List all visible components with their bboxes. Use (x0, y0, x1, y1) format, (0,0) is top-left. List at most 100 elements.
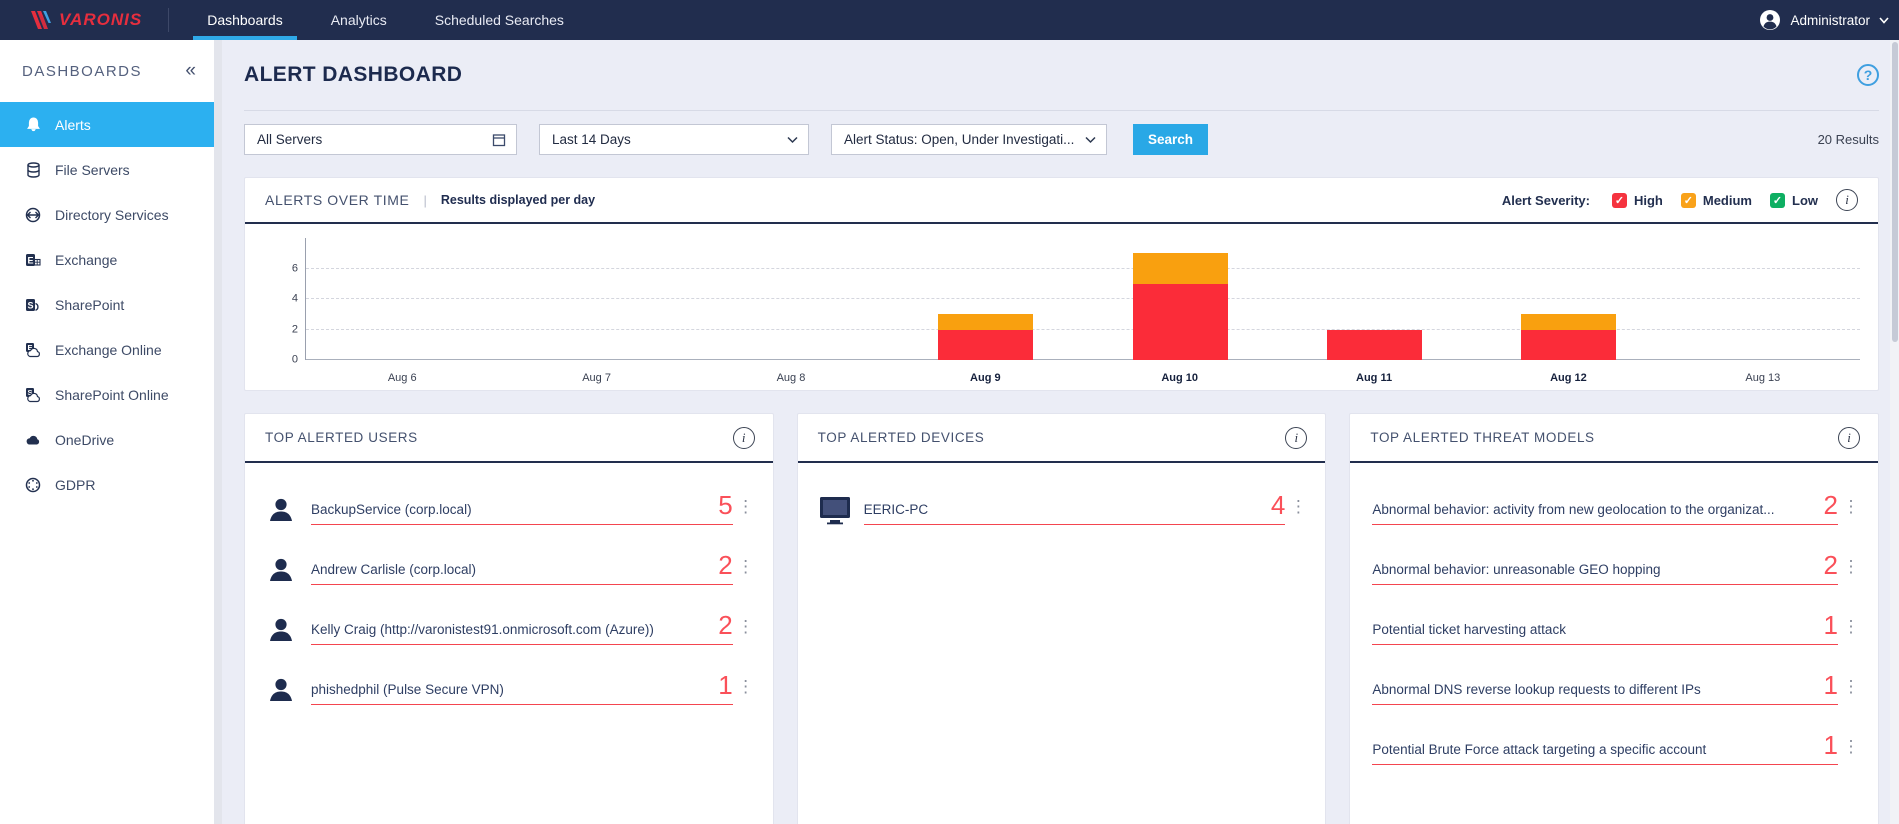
bar-segment-high (938, 329, 1034, 360)
alerted-user-row[interactable]: Andrew Carlisle (corp.local) 2 ⋮ (265, 531, 759, 591)
sidebar-collapse-button[interactable]: « (185, 60, 196, 82)
window-scrollbar[interactable] (1890, 40, 1899, 824)
filter-bar: All Servers Last 14 Days Alert Status: O… (244, 124, 1879, 155)
user-menu[interactable]: Administrator (1759, 0, 1899, 40)
alert-count: 1 (1823, 730, 1839, 761)
legend-medium-checkbox[interactable]: ✓ Medium (1680, 192, 1752, 208)
item-name: Abnormal behavior: activity from new geo… (1372, 501, 1775, 517)
x-tick-label: Aug 7 (582, 372, 611, 384)
threat-models-list: Abnormal behavior: activity from new geo… (1350, 463, 1878, 771)
sidebar-scrollbar[interactable] (214, 40, 222, 824)
item-menu-icon[interactable]: ⋮ (1838, 557, 1864, 583)
date-range-dropdown[interactable]: Last 14 Days (539, 124, 809, 155)
panel-title: TOP ALERTED THREAT MODELS (1370, 430, 1595, 445)
legend-medium-label: Medium (1702, 192, 1752, 208)
item-menu-icon[interactable]: ⋮ (1838, 617, 1864, 643)
info-icon[interactable]: i (1285, 426, 1308, 449)
users-list: BackupService (corp.local) 5 ⋮ Andrew Carli… (245, 463, 773, 711)
alerted-user-row[interactable]: phishedphil (Pulse Secure VPN) 1 ⋮ (265, 651, 759, 711)
y-tick-label: 2 (291, 322, 298, 335)
x-tick-label: Aug 11 (1356, 372, 1393, 384)
main-content: ALERT DASHBOARD ? All Servers Last 14 Da… (222, 40, 1899, 824)
item-menu-icon[interactable]: ⋮ (733, 677, 759, 703)
sharepoint-icon: S (24, 297, 42, 313)
y-tick-label: 4 (291, 292, 298, 305)
item-name: phishedphil (Pulse Secure VPN) (311, 681, 504, 697)
threat-model-row[interactable]: Potential ticket harvesting attack 1 ⋮ (1370, 591, 1864, 651)
help-icon[interactable]: ? (1857, 64, 1879, 86)
sidebar-item-gdpr[interactable]: GDPR (0, 462, 214, 507)
date-range-value: Last 14 Days (552, 132, 631, 147)
legend-low-checkbox[interactable]: ✓ Low (1770, 192, 1818, 208)
header-divider (244, 110, 1879, 111)
alert-count: 2 (1823, 550, 1839, 581)
item-name: Potential ticket harvesting attack (1372, 621, 1566, 637)
y-tick-label: 6 (291, 261, 298, 274)
sidebar-item-sharepoint[interactable]: S SharePoint (0, 282, 214, 327)
sidebar-item-exchange[interactable]: E Exchange (0, 237, 214, 282)
scrollbar-thumb[interactable] (1891, 42, 1898, 342)
exchange-icon: E (24, 252, 42, 268)
chart-plot: 0 2 4 6 (292, 238, 1860, 365)
item-menu-icon[interactable]: ⋮ (733, 557, 759, 583)
sidebar-item-label: OneDrive (55, 431, 115, 448)
info-icon[interactable]: i (1838, 426, 1861, 449)
threat-model-row[interactable]: Potential Brute Force attack targeting a… (1370, 711, 1864, 771)
threat-model-row[interactable]: Abnormal behavior: unreasonable GEO hopp… (1370, 531, 1864, 591)
alert-status-dropdown[interactable]: Alert Status: Open, Under Investigati... (831, 124, 1107, 155)
sidebar-item-label: Directory Services (55, 206, 169, 223)
sidebar: DASHBOARDS « Alerts File Servers Directo… (0, 40, 214, 824)
chart-bar-aug-9[interactable] (938, 314, 1034, 360)
threat-model-row[interactable]: Abnormal behavior: activity from new geo… (1370, 471, 1864, 531)
tab-scheduled-searches[interactable]: Scheduled Searches (411, 0, 588, 40)
bar-segment-medium (1132, 253, 1228, 284)
sidebar-item-onedrive[interactable]: OneDrive (0, 417, 214, 462)
chart-title: ALERTS OVER TIME (265, 192, 410, 208)
alert-count: 1 (1823, 610, 1839, 641)
item-menu-icon[interactable]: ⋮ (733, 497, 759, 523)
onedrive-cloud-icon (24, 434, 42, 446)
alerts-over-time-chart: 0246 Aug 6 Aug 7 Aug 8 Aug 9 Aug 10 Aug 11 Aug… (281, 238, 1860, 386)
chevron-down-icon (787, 136, 798, 143)
alerted-device-row[interactable]: EERIC-PC 4 ⋮ (818, 471, 1312, 531)
chart-bar-aug-12[interactable] (1521, 314, 1617, 360)
chart-slot (1277, 238, 1471, 360)
item-menu-icon[interactable]: ⋮ (1838, 497, 1864, 523)
threat-model-row[interactable]: Abnormal DNS reverse lookup requests to … (1370, 651, 1864, 711)
page-title: ALERT DASHBOARD (244, 63, 463, 86)
tab-analytics[interactable]: Analytics (307, 0, 411, 40)
chart-bar-aug-11[interactable] (1326, 329, 1422, 360)
sidebar-item-sharepoint-online[interactable]: S SharePoint Online (0, 372, 214, 417)
checkbox-checked-icon: ✓ (1770, 192, 1785, 208)
bell-icon (24, 116, 42, 133)
item-name: Andrew Carlisle (corp.local) (311, 561, 477, 577)
checkbox-checked-icon: ✓ (1680, 192, 1696, 208)
sidebar-item-label: SharePoint (55, 296, 125, 313)
item-menu-icon[interactable]: ⋮ (1838, 677, 1864, 703)
legend-high-label: High (1633, 192, 1663, 208)
chart-slot (1666, 238, 1860, 360)
info-icon[interactable]: i (1836, 189, 1858, 211)
sidebar-item-label: Exchange (55, 251, 118, 268)
server-filter-dropdown[interactable]: All Servers (244, 124, 517, 155)
bar-segment-high (1521, 329, 1617, 360)
chart-bar-aug-10[interactable] (1132, 253, 1228, 360)
item-menu-icon[interactable]: ⋮ (1838, 737, 1864, 763)
sidebar-item-directory-services[interactable]: Directory Services (0, 192, 214, 237)
avatar-icon (1760, 10, 1781, 30)
alerted-user-row[interactable]: BackupService (corp.local) 5 ⋮ (265, 471, 759, 531)
chart-legend: Alert Severity: ✓ High ✓ Medium ✓ Low i (1502, 189, 1858, 211)
item-menu-icon[interactable]: ⋮ (733, 617, 759, 643)
chart-slot (500, 238, 694, 360)
alerted-user-row[interactable]: Kelly Craig (http://varonistest91.onmicr… (265, 591, 759, 651)
info-icon[interactable]: i (732, 426, 755, 449)
legend-high-checkbox[interactable]: ✓ High (1611, 192, 1663, 208)
item-menu-icon[interactable]: ⋮ (1285, 497, 1311, 523)
chart-x-axis: Aug 6 Aug 7 Aug 8 Aug 9 Aug 10 Aug 11 Aug 12 Au… (305, 364, 1860, 386)
sidebar-item-file-servers[interactable]: File Servers (0, 147, 214, 192)
search-button[interactable]: Search (1133, 124, 1208, 155)
tab-dashboards[interactable]: Dashboards (183, 0, 307, 40)
sidebar-item-alerts[interactable]: Alerts (0, 102, 214, 147)
bar-segment-high (1132, 283, 1228, 360)
sidebar-item-exchange-online[interactable]: E Exchange Online (0, 327, 214, 372)
